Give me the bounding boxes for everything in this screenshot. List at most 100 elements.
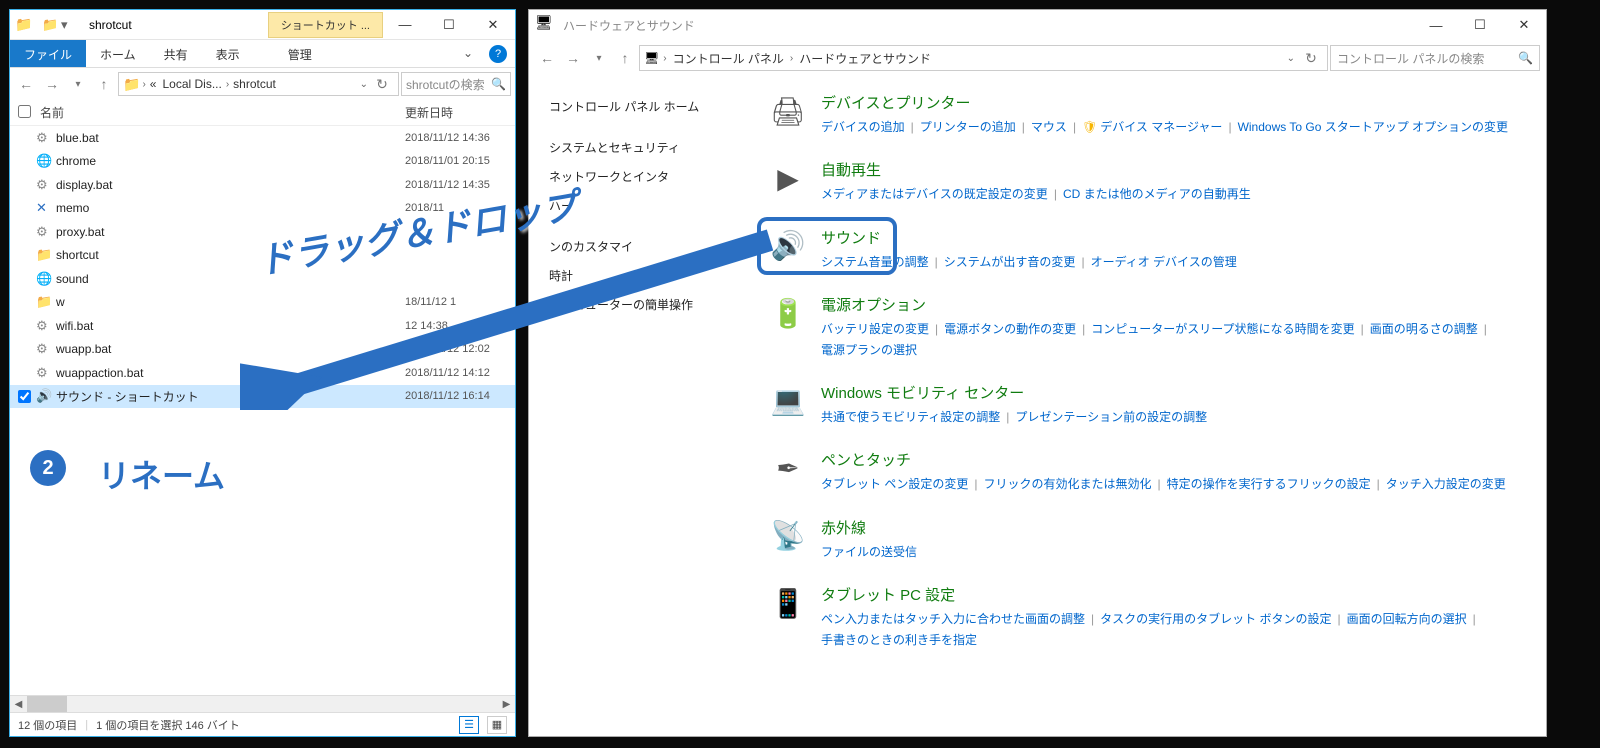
- ribbon-chevron-icon[interactable]: ⌄: [455, 40, 481, 67]
- details-view-button[interactable]: ☰: [459, 716, 479, 734]
- refresh-button[interactable]: ↻: [1299, 46, 1323, 70]
- file-row[interactable]: 🔊 サウンド - ショートカット 2018/11/12 16:14: [10, 385, 515, 409]
- category-link[interactable]: 電源プランの選択: [821, 340, 917, 360]
- close-button[interactable]: ✕: [1502, 11, 1546, 39]
- minimize-button[interactable]: —: [1414, 11, 1458, 39]
- breadcrumb-seg[interactable]: Local Dis...: [160, 77, 223, 91]
- file-row[interactable]: ⚙ wifi.bat 12 14:38: [10, 314, 515, 338]
- file-row[interactable]: ⚙ wuappaction.bat 2018/11/12 14:12: [10, 361, 515, 385]
- history-dropdown-icon[interactable]: ▾: [587, 46, 611, 70]
- address-dropdown-icon[interactable]: ⌄: [360, 79, 368, 90]
- view-tab[interactable]: 表示: [202, 40, 254, 67]
- category-link[interactable]: プリンターの追加: [920, 117, 1016, 137]
- refresh-button[interactable]: ↻: [370, 72, 394, 96]
- category-heading[interactable]: デバイスとプリンター: [821, 92, 1546, 113]
- row-checkbox[interactable]: [18, 390, 36, 403]
- file-row[interactable]: ⚙ proxy.bat: [10, 220, 515, 244]
- category-heading[interactable]: タブレット PC 設定: [821, 584, 1546, 605]
- icons-view-button[interactable]: ▦: [487, 716, 507, 734]
- back-button[interactable]: ←: [14, 72, 38, 96]
- scroll-right-button[interactable]: ▶: [498, 696, 515, 712]
- category-link[interactable]: フリックの有効化または無効化: [983, 474, 1151, 494]
- category-link[interactable]: デバイスの追加: [821, 117, 905, 137]
- category-link[interactable]: 画面の明るさの調整: [1370, 319, 1478, 339]
- sidebar-item[interactable]: システムとセキュリティ: [549, 133, 759, 162]
- category-link[interactable]: プレゼンテーション前の設定の調整: [1015, 407, 1207, 427]
- sidebar-item[interactable]: ハー: [549, 191, 759, 220]
- address-bar[interactable]: 📁 › « Local Dis... › shrotcut ⌄ ↻: [118, 72, 399, 96]
- file-row[interactable]: ⚙ display.bat 2018/11/12 14:35: [10, 173, 515, 197]
- maximize-button[interactable]: ☐: [427, 11, 471, 39]
- category-heading[interactable]: サウンド: [821, 227, 1546, 248]
- category-link[interactable]: 手書きのときの利き手を指定: [821, 630, 977, 650]
- manage-tab[interactable]: 管理: [274, 40, 326, 67]
- file-row[interactable]: 📁 shortcut: [10, 244, 515, 268]
- file-list[interactable]: ⚙ blue.bat 2018/11/12 14:36 🌐 chrome 201…: [10, 126, 515, 695]
- scroll-left-button[interactable]: ◀: [10, 696, 27, 712]
- close-button[interactable]: ✕: [471, 11, 515, 39]
- breadcrumb-seg[interactable]: «: [148, 77, 159, 91]
- up-button[interactable]: ↑: [613, 46, 637, 70]
- address-bar[interactable]: 🖥 › コントロール パネル › ハードウェアとサウンド ⌄ ↻: [639, 45, 1328, 71]
- sidebar-item[interactable]: ンのカスタマイ: [549, 232, 759, 261]
- home-tab[interactable]: ホーム: [86, 40, 150, 67]
- share-tab[interactable]: 共有: [150, 40, 202, 67]
- search-input[interactable]: コントロール パネルの検索 🔍: [1330, 45, 1540, 71]
- category-heading[interactable]: 自動再生: [821, 159, 1546, 180]
- category-link[interactable]: マウス: [1031, 117, 1067, 137]
- category-link[interactable]: Windows To Go スタートアップ オプションの変更: [1238, 117, 1508, 137]
- category-link[interactable]: 共通で使うモビリティ設定の調整: [821, 407, 1000, 427]
- qat-dropdown-icon[interactable]: ▾: [61, 17, 77, 33]
- search-input[interactable]: shrotcutの検索 🔍: [401, 72, 511, 96]
- category-link[interactable]: バッテリ設定の変更: [821, 319, 929, 339]
- file-row[interactable]: 🌐 sound: [10, 267, 515, 291]
- sidebar-home-link[interactable]: コントロール パネル ホーム: [549, 92, 759, 121]
- minimize-button[interactable]: —: [383, 11, 427, 39]
- category-link[interactable]: 電源ボタンの動作の変更: [944, 319, 1076, 339]
- select-all-checkbox[interactable]: [18, 105, 36, 121]
- category-link[interactable]: メディアまたはデバイスの既定設定の変更: [821, 184, 1048, 204]
- breadcrumb-seg[interactable]: ハードウェアとサウンド: [797, 50, 933, 67]
- sidebar-item[interactable]: [549, 220, 759, 232]
- address-dropdown-icon[interactable]: ⌄: [1287, 53, 1295, 64]
- category-link[interactable]: CD または他のメディアの自動再生: [1063, 184, 1251, 204]
- breadcrumb-seg[interactable]: shrotcut: [231, 77, 278, 91]
- category-link[interactable]: タブレット ペン設定の変更: [821, 474, 968, 494]
- category-link[interactable]: タスクの実行用のタブレット ボタンの設定: [1100, 609, 1331, 629]
- file-row[interactable]: 📁 w 18/11/12 1: [10, 291, 515, 315]
- file-row[interactable]: ⚙ blue.bat 2018/11/12 14:36: [10, 126, 515, 150]
- forward-button[interactable]: →: [40, 72, 64, 96]
- name-column-header[interactable]: 名前: [36, 104, 405, 121]
- category-link[interactable]: システムが出す音の変更: [944, 252, 1076, 272]
- help-button[interactable]: ?: [489, 45, 507, 63]
- category-link[interactable]: オーディオ デバイスの管理: [1091, 252, 1237, 272]
- file-row[interactable]: 🌐 chrome 2018/11/01 20:15: [10, 150, 515, 174]
- forward-button[interactable]: →: [561, 46, 585, 70]
- scroll-track[interactable]: [27, 696, 498, 712]
- up-button[interactable]: ↑: [92, 72, 116, 96]
- category-link[interactable]: ペン入力またはタッチ入力に合わせた画面の調整: [821, 609, 1085, 629]
- category-heading[interactable]: Windows モビリティ センター: [821, 382, 1546, 403]
- category-link[interactable]: システム音量の調整: [821, 252, 929, 272]
- maximize-button[interactable]: ☐: [1458, 11, 1502, 39]
- date-column-header[interactable]: 更新日時: [405, 104, 515, 121]
- file-row[interactable]: ✕ memo 2018/11: [10, 197, 515, 221]
- context-tab-label[interactable]: ショートカット ...: [268, 12, 383, 38]
- category-link[interactable]: ファイルの送受信: [821, 542, 917, 562]
- category-link[interactable]: タッチ入力設定の変更: [1386, 474, 1506, 494]
- history-dropdown-icon[interactable]: ▾: [66, 72, 90, 96]
- qat-icon[interactable]: 📁: [42, 17, 58, 33]
- category-heading[interactable]: ペンとタッチ: [821, 449, 1546, 470]
- sidebar-item[interactable]: コンピューターの簡単操作: [549, 290, 759, 319]
- sidebar-item[interactable]: ネットワークとインタ: [549, 162, 759, 191]
- category-link[interactable]: 画面の回転方向の選択: [1347, 609, 1467, 629]
- horizontal-scrollbar[interactable]: ◀ ▶: [10, 695, 515, 712]
- category-heading[interactable]: 赤外線: [821, 517, 1546, 538]
- category-link[interactable]: 🛡デバイス マネージャー: [1082, 117, 1222, 137]
- file-tab[interactable]: ファイル: [10, 40, 86, 67]
- category-link[interactable]: コンピューターがスリープ状態になる時間を変更: [1091, 319, 1354, 339]
- file-row[interactable]: ⚙ wuapp.bat 2018/11/12 12:02: [10, 338, 515, 362]
- back-button[interactable]: ←: [535, 46, 559, 70]
- category-link[interactable]: 特定の操作を実行するフリックの設定: [1167, 474, 1371, 494]
- titlebar[interactable]: 📁 📁 ▾ shrotcut ショートカット ... — ☐ ✕: [10, 10, 515, 40]
